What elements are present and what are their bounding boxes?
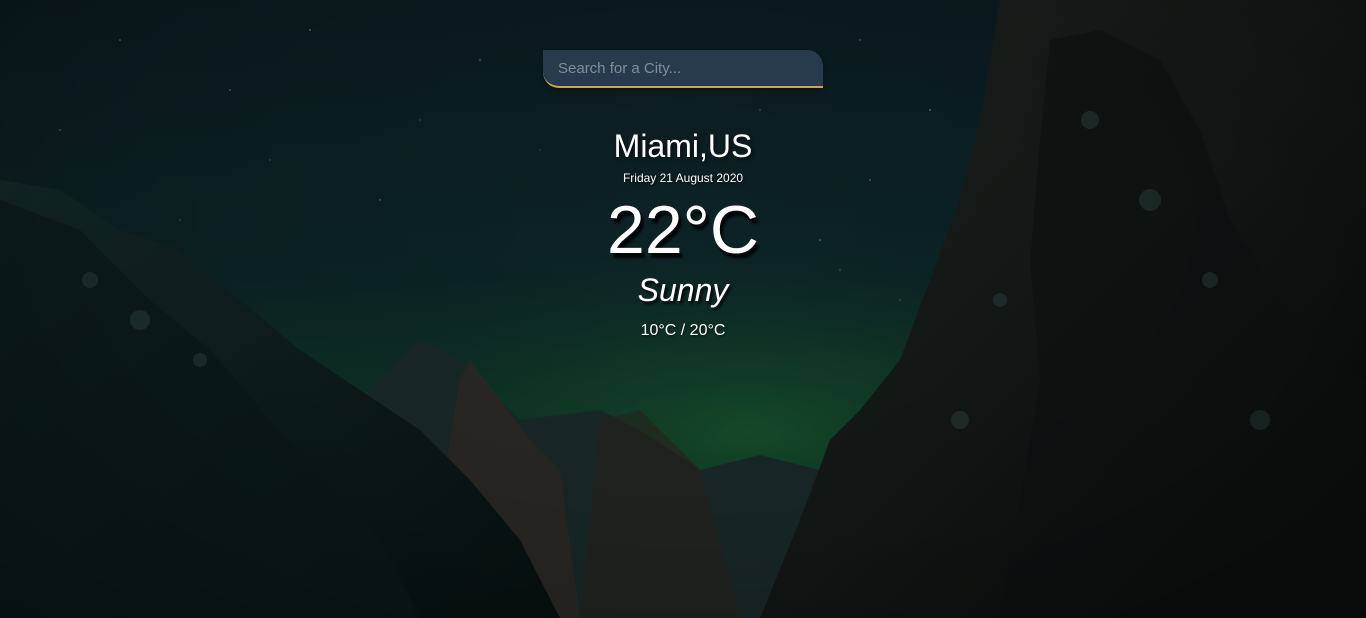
current-date: Friday 21 August 2020 — [622, 171, 744, 185]
location-name: Miami,US — [613, 128, 753, 164]
city-search-input[interactable] — [543, 50, 823, 88]
weather-panel: Miami,US Friday 21 August 2020 22°C Sunn… — [0, 0, 1366, 618]
weather-app: Miami,US Friday 21 August 2020 22°C Sunn… — [0, 0, 1366, 618]
current-temperature: 22°C — [607, 192, 759, 268]
temperature-range: 10°C / 20°C — [640, 322, 726, 339]
weather-condition: Sunny — [637, 272, 729, 308]
